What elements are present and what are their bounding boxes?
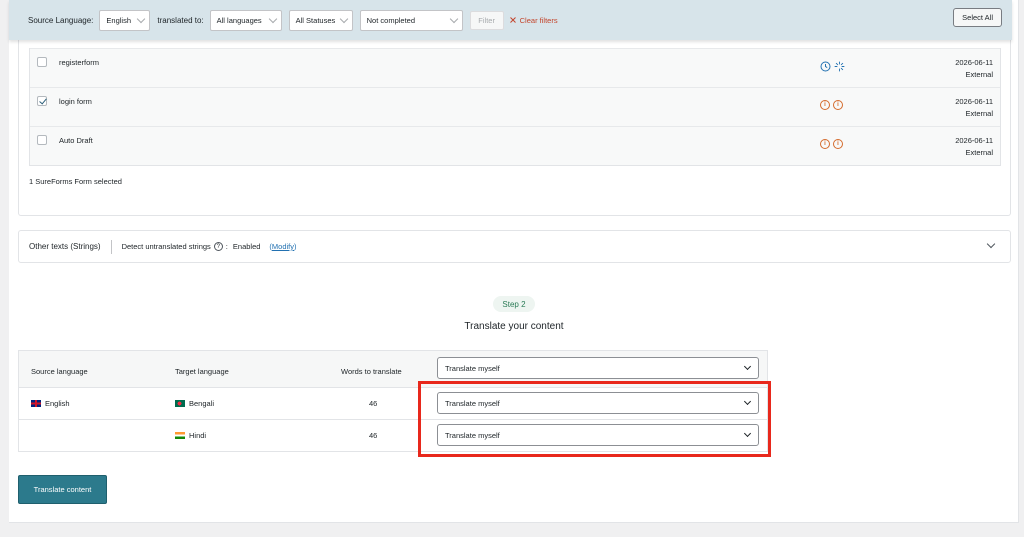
table-row: registerform 2026-06-11 External <box>30 48 1000 87</box>
highlight-annotation <box>418 381 771 457</box>
row-title: registerform <box>59 58 100 67</box>
translate-method-all-select[interactable]: Translate myself <box>437 357 759 379</box>
filter-bar: Source Language: English translated to: … <box>9 0 1012 40</box>
spinner-icon <box>834 61 845 72</box>
row-checkbox[interactable] <box>37 57 47 67</box>
header-target-language: Target language <box>175 367 229 376</box>
table-row: Auto Draft i i 2026-06-11 External <box>30 126 1000 165</box>
source-language-label: Source Language: <box>28 15 94 25</box>
chevron-down-icon[interactable] <box>986 239 996 249</box>
source-language-select[interactable]: English <box>99 9 151 31</box>
row-checkbox[interactable] <box>37 135 47 145</box>
chevron-down-icon <box>137 14 146 23</box>
row-date: 2026-06-11 External <box>955 97 993 118</box>
row-title: Auto Draft <box>59 136 93 145</box>
info-icon[interactable]: i <box>833 139 843 149</box>
items-panel: registerform 2026-06-11 External login fo… <box>18 36 1011 216</box>
translated-to-label: translated to: <box>157 15 204 25</box>
help-icon[interactable]: ? <box>213 242 223 251</box>
row-date: 2026-06-11 External <box>955 58 993 79</box>
row-status-icons <box>820 61 845 72</box>
row-status-icons: i i <box>820 139 843 149</box>
chevron-down-icon <box>743 362 752 371</box>
row-status-icons: i i <box>820 100 843 110</box>
header-source-language: Source language <box>31 367 88 376</box>
step-indicator: Step 2 <box>493 296 535 312</box>
words-count: 46 <box>369 399 378 408</box>
row-checkbox[interactable] <box>37 96 47 106</box>
india-flag-icon <box>175 432 185 439</box>
info-icon[interactable]: i <box>820 139 830 149</box>
translate-content-button[interactable]: Translate content <box>18 475 107 504</box>
chevron-down-icon <box>339 14 348 23</box>
strings-panel-title: Other texts (Strings) <box>29 239 112 254</box>
detect-strings-setting: Detect untranslated strings ? : Enabled … <box>121 242 297 251</box>
chevron-down-icon <box>449 14 458 23</box>
words-count: 46 <box>369 431 378 440</box>
select-all-button[interactable]: Select All <box>953 8 1002 27</box>
target-language-cell: Bengali <box>175 399 214 408</box>
info-icon[interactable]: i <box>833 100 843 110</box>
status-select[interactable]: All Statuses <box>288 9 353 31</box>
items-table: registerform 2026-06-11 External login fo… <box>29 48 1001 166</box>
step-title: Translate your content <box>464 321 564 332</box>
selection-count: 1 SureForms Form selected <box>29 177 122 186</box>
target-language-select[interactable]: All languages <box>209 9 282 31</box>
detect-status: Enabled <box>232 242 261 251</box>
target-language-cell: Hindi <box>175 431 206 440</box>
clear-filters-link[interactable]: Clear filters <box>509 16 558 25</box>
info-icon[interactable]: i <box>820 100 830 110</box>
bangladesh-flag-icon <box>175 400 185 407</box>
table-row: login form i i 2026-06-11 External <box>30 87 1000 126</box>
row-date: 2026-06-11 External <box>955 136 993 157</box>
uk-flag-icon <box>31 400 41 407</box>
clock-icon[interactable] <box>820 61 831 72</box>
completion-select[interactable]: Not completed <box>359 9 463 31</box>
row-title: login form <box>59 97 92 106</box>
header-words-to-translate: Words to translate <box>341 367 402 376</box>
filter-button[interactable]: Filter <box>469 10 504 30</box>
strings-panel[interactable]: Other texts (Strings) Detect untranslate… <box>18 230 1011 263</box>
source-language-cell: English <box>31 399 70 408</box>
modify-link[interactable]: Modify <box>272 242 294 251</box>
close-icon <box>509 17 516 23</box>
chevron-down-icon <box>268 14 277 23</box>
